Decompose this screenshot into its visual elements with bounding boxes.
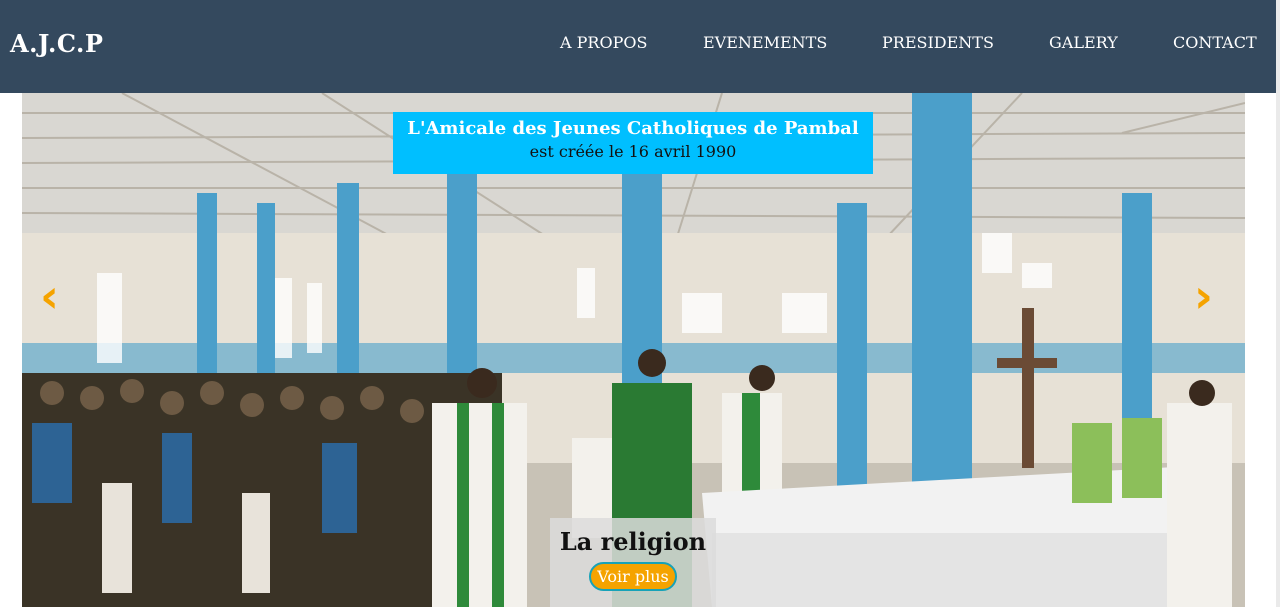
nav-link-a-propos[interactable]: A PROPOS (560, 33, 647, 52)
hero-caption-title: L'Amicale des Jeunes Catholiques de Pamb… (407, 118, 859, 139)
nav-link-galery[interactable]: GALERY (1049, 33, 1118, 52)
hero-carousel: L'Amicale des Jeunes Catholiques de Pamb… (22, 93, 1245, 607)
voir-plus-button[interactable]: Voir plus (589, 562, 677, 591)
site-brand[interactable]: A.J.C.P (10, 29, 103, 58)
chevron-left-icon[interactable]: ‹ (40, 273, 59, 319)
hero-caption: L'Amicale des Jeunes Catholiques de Pamb… (393, 112, 873, 174)
hero-caption-subtitle: est créée le 16 avril 1990 (529, 142, 737, 161)
page-scrollbar[interactable] (1276, 0, 1280, 607)
nav-link-contact[interactable]: CONTACT (1173, 33, 1257, 52)
nav-link-presidents[interactable]: PRESIDENTS (882, 33, 994, 52)
top-navbar: A.J.C.P A PROPOS EVENEMENTS PRESIDENTS G… (0, 0, 1280, 93)
nav-link-evenements[interactable]: EVENEMENTS (703, 33, 827, 52)
slide-caption-box: La religion Voir plus (550, 518, 716, 607)
slide-title: La religion (559, 527, 707, 556)
chevron-right-icon[interactable]: › (1194, 273, 1213, 319)
